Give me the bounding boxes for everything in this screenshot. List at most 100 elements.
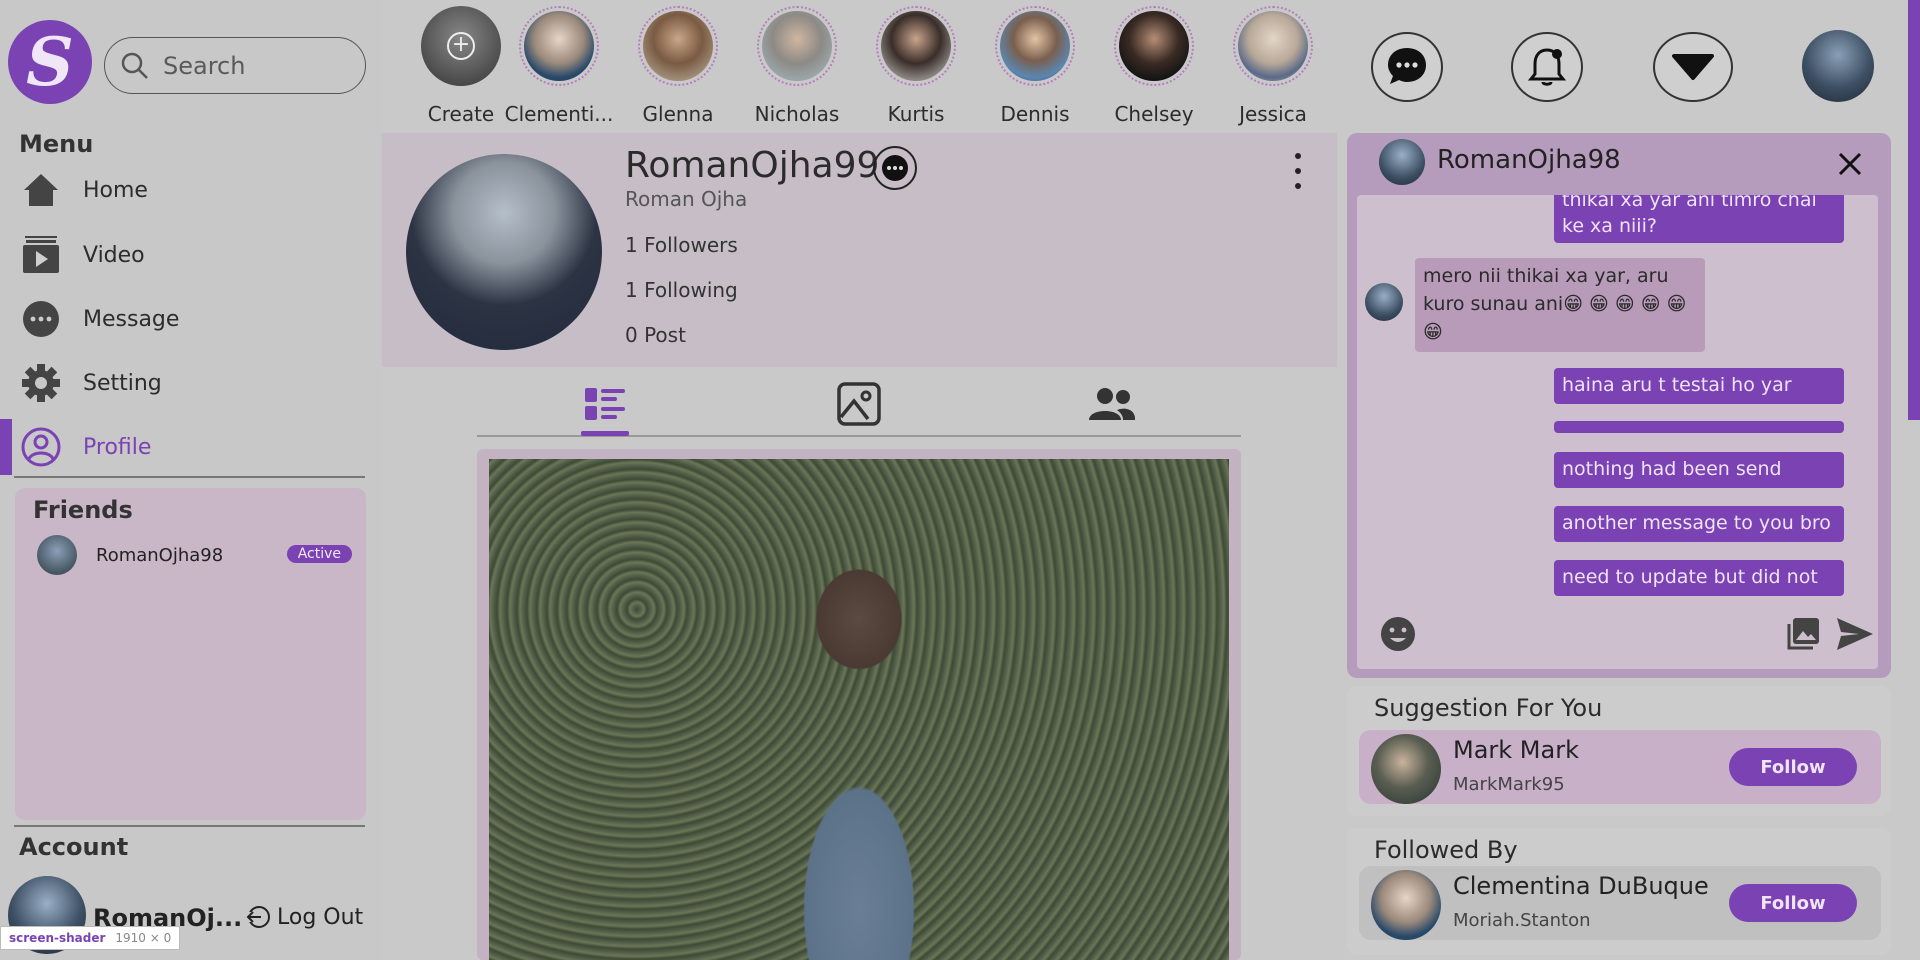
chat-messages[interactable]: thikai xa yar ani timro chai ke xa niii?… (1357, 195, 1878, 669)
divider (14, 825, 365, 827)
avatar[interactable] (1802, 30, 1874, 102)
search-input[interactable] (163, 51, 353, 80)
avatar (762, 11, 832, 81)
home-icon (20, 169, 62, 211)
story-label: Nicholas (754, 102, 840, 126)
sidebar-item-profile[interactable]: Profile (0, 419, 382, 475)
friends-title: Friends (33, 496, 133, 524)
story-item[interactable]: Nicholas (740, 6, 850, 130)
chat-button[interactable] (1371, 32, 1443, 102)
sidebar-item-label: Setting (83, 370, 162, 396)
app-logo[interactable]: S (8, 20, 92, 104)
divider (14, 476, 365, 478)
profile-icon (20, 426, 62, 468)
message-bubble-outgoing: need to update but did not (1554, 560, 1844, 596)
tab-photos[interactable] (834, 379, 884, 429)
close-icon[interactable] (1837, 151, 1863, 177)
avatar (524, 11, 594, 81)
sidebar-item-message[interactable]: Message (0, 291, 382, 347)
avatar (1365, 283, 1403, 321)
list-icon (585, 388, 625, 420)
search-icon (121, 52, 148, 79)
message-bubble-outgoing: haina aru t testai ho yar (1554, 368, 1844, 404)
story-label: Clementi... (504, 102, 614, 126)
emoji-icon[interactable] (1379, 615, 1417, 653)
story-create[interactable]: + Create (404, 6, 514, 130)
message-bubble-outgoing: nothing had been send (1554, 452, 1844, 488)
followed-by-item[interactable]: Clementina DuBuque Moriah.Stanton Follow (1359, 866, 1881, 940)
story-item[interactable]: Jessica (1216, 6, 1326, 130)
message-bubble-outgoing: thikai xa yar ani timro chai ke xa niii? (1554, 195, 1844, 243)
followers-count[interactable]: 1 Followers (625, 233, 738, 257)
story-item[interactable]: Chelsey (1097, 6, 1207, 130)
friend-item[interactable]: RomanOjha98 Active (37, 534, 352, 576)
scrollbar[interactable] (1908, 0, 1920, 420)
logout-icon (245, 906, 270, 928)
video-icon (20, 234, 62, 276)
tab-posts[interactable] (580, 379, 630, 429)
follow-button[interactable]: Follow (1729, 884, 1857, 922)
send-icon[interactable] (1835, 615, 1875, 653)
chat-window: RomanOjha98 thikai xa yar ani timro chai… (1347, 133, 1891, 678)
screen-shader-tag: screen-shader 1910 × 0 (0, 926, 181, 950)
suggestion-item[interactable]: Mark Mark MarkMark95 Follow (1359, 730, 1881, 804)
suggestion-title: Suggestion For You (1374, 694, 1603, 722)
shader-label: screen-shader (9, 931, 106, 945)
profile-tabs (477, 367, 1241, 437)
suggestion-handle: MarkMark95 (1453, 774, 1565, 795)
image-icon[interactable] (1785, 616, 1821, 652)
shader-size: 1910 × 0 (115, 931, 172, 945)
profile-username: RomanOjha99 (625, 145, 880, 186)
sidebar-item-setting[interactable]: Setting (0, 355, 382, 411)
story-label: Create (427, 102, 495, 126)
story-label: Dennis (1000, 102, 1070, 126)
story-item[interactable]: Glenna (621, 6, 731, 130)
story-item[interactable]: Kurtis (859, 6, 969, 130)
post-image[interactable] (489, 459, 1229, 960)
left-sidebar: S Menu Home Video Message Setting Profil… (0, 0, 382, 960)
status-badge: Active (286, 545, 352, 563)
active-tab-indicator (581, 431, 629, 436)
story-label: Glenna (642, 102, 714, 126)
followed-by-card: Followed By Clementina DuBuque Moriah.St… (1347, 828, 1891, 955)
plus-icon: + (447, 32, 475, 60)
profile-header: RomanOjha99 Roman Ojha 1 Followers 1 Fol… (382, 133, 1337, 367)
chat-title: RomanOjha98 (1437, 145, 1621, 175)
post-card (477, 449, 1241, 960)
following-count[interactable]: 1 Following (625, 278, 738, 302)
logout-label: Log Out (277, 904, 364, 930)
story-item[interactable]: Clementi... (502, 6, 613, 130)
logout-button[interactable]: Log Out (245, 904, 363, 930)
message-icon (20, 298, 62, 340)
follow-button[interactable]: Follow (1729, 748, 1857, 786)
story-label: Kurtis (887, 102, 945, 126)
sidebar-item-video[interactable]: Video (0, 227, 382, 283)
avatar (881, 11, 951, 81)
sidebar-item-home[interactable]: Home (0, 162, 382, 218)
search-box[interactable] (104, 37, 366, 94)
tab-friends[interactable] (1087, 379, 1137, 429)
friend-name: RomanOjha98 (96, 544, 224, 566)
message-bubble-outgoing: another message to you bro (1554, 506, 1844, 542)
account-heading: Account (19, 833, 129, 861)
followed-by-handle: Moriah.Stanton (1453, 910, 1591, 931)
more-options-icon[interactable] (1290, 153, 1306, 189)
gear-icon (20, 362, 62, 404)
story-label: Chelsey (1114, 102, 1194, 126)
sidebar-item-label: Profile (83, 434, 152, 460)
dropdown-button[interactable] (1653, 32, 1733, 102)
chat-header: RomanOjha98 (1347, 133, 1891, 195)
notification-button[interactable] (1511, 32, 1583, 102)
message-bubble-outgoing (1554, 421, 1844, 433)
message-button[interactable] (873, 146, 917, 190)
avatar (1371, 870, 1441, 940)
group-icon (1089, 388, 1136, 420)
posts-count: 0 Post (625, 323, 686, 347)
story-label: Jessica (1239, 102, 1307, 126)
profile-full-name: Roman Ojha (625, 187, 748, 211)
avatar (1119, 11, 1189, 81)
avatar (1371, 734, 1441, 804)
sidebar-item-label: Video (83, 242, 145, 268)
image-icon (837, 382, 881, 426)
story-item[interactable]: Dennis (978, 6, 1088, 130)
